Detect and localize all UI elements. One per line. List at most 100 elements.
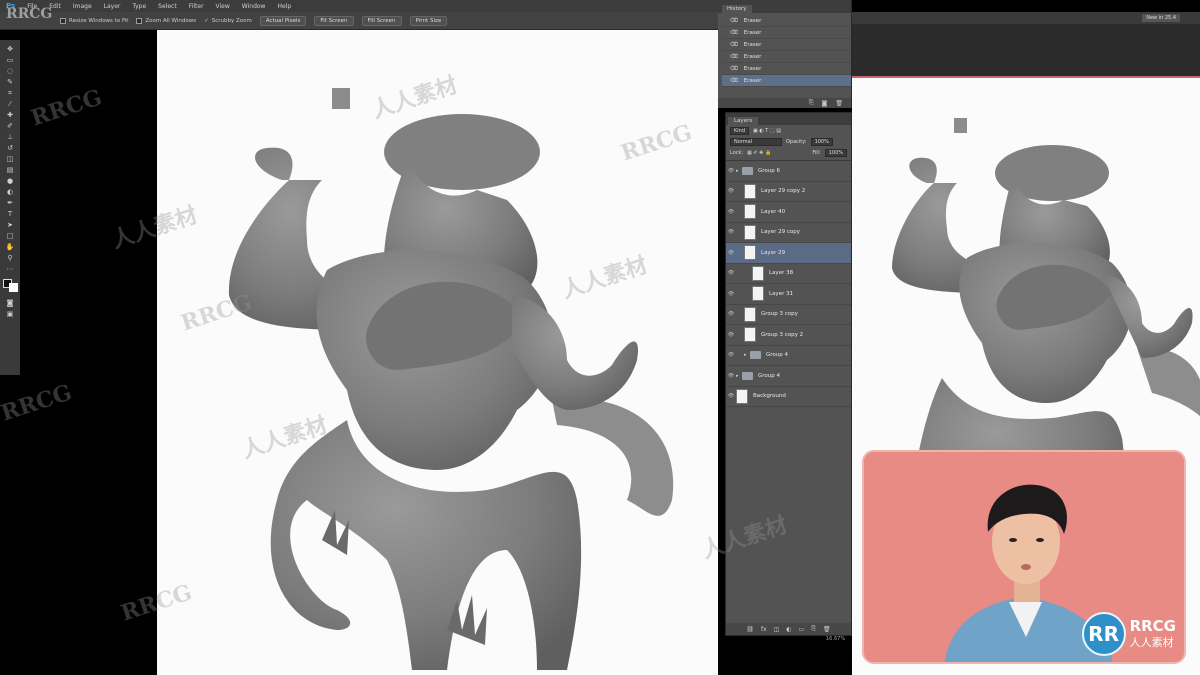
gradient-tool-icon[interactable]: ▤ [5, 167, 15, 174]
snapshot-icon[interactable]: ◙ [822, 100, 828, 107]
layer-group-row[interactable]: 👁 ▸ Group 4 [726, 366, 851, 387]
trash-icon[interactable]: 🗑 [835, 100, 843, 107]
menu-image[interactable]: Image [73, 3, 92, 10]
history-item[interactable]: ⌫ Eraser [722, 51, 851, 63]
fill-screen-button[interactable]: Fill Screen [361, 15, 402, 26]
visibility-eye-icon[interactable]: 👁 [726, 188, 736, 194]
history-tab[interactable]: History [722, 5, 752, 13]
layer-row[interactable]: 👁 Group 3 copy [726, 305, 851, 325]
visibility-eye-icon[interactable]: 👁 [726, 332, 736, 338]
scrubby-zoom-checkbox[interactable]: ✓ Scrubby Zoom [204, 18, 252, 24]
menu-filter[interactable]: Filter [189, 3, 204, 10]
menu-select[interactable]: Select [158, 3, 177, 10]
history-item-label: Eraser [743, 77, 762, 84]
folder-icon[interactable]: ▭ [799, 626, 805, 633]
visibility-eye-icon[interactable]: 👁 [726, 270, 736, 276]
quick-mask-icon[interactable]: ◙ [5, 300, 15, 307]
layer-row[interactable]: 👁 Layer 40 [726, 202, 851, 223]
layer-thumbnail [744, 204, 756, 220]
mask-icon[interactable]: ◫ [774, 626, 780, 633]
zoom-tool-icon[interactable]: ⚲ [5, 255, 15, 262]
opacity-field[interactable]: 100% [810, 137, 833, 146]
photoshop-window: Ps File Edit Image Layer Type Select Fil… [0, 0, 1200, 675]
screen-mode-icon[interactable]: ▣ [5, 311, 15, 318]
fit-screen-button[interactable]: Fit Screen [314, 15, 354, 26]
eyedropper-tool-icon[interactable]: ⁄ [5, 101, 15, 108]
new-layer-icon[interactable]: ⎘ [811, 625, 816, 633]
type-tool-icon[interactable]: T [5, 211, 15, 218]
background-color-swatch[interactable] [8, 283, 18, 292]
menu-help[interactable]: Help [277, 3, 291, 10]
zoom-field[interactable]: New in 25.4 [1142, 14, 1180, 22]
menu-layer[interactable]: Layer [104, 3, 121, 10]
visibility-eye-icon[interactable]: 👁 [726, 168, 736, 174]
fill-field[interactable]: 100% [824, 148, 847, 157]
eraser-icon: ⌫ [730, 17, 738, 24]
rrcg-logo: RR RRCG 人人素材 [1081, 612, 1176, 656]
shape-tool-icon[interactable]: □ [5, 233, 15, 240]
dodge-tool-icon[interactable]: ◐ [5, 189, 15, 196]
history-item[interactable]: ⌫ Eraser [722, 63, 851, 75]
visibility-eye-icon[interactable]: 👁 [726, 352, 736, 358]
extras-icon[interactable]: ⋯ [5, 266, 15, 273]
adjustment-icon[interactable]: ◐ [786, 626, 791, 633]
actual-pixels-button[interactable]: Actual Pixels [259, 15, 307, 26]
layer-thumbnail [744, 306, 756, 322]
zoom-all-windows-checkbox[interactable]: Zoom All Windows [136, 17, 196, 24]
layers-tab[interactable]: Layers [728, 117, 759, 125]
brush-tool-icon[interactable]: ✐ [5, 123, 15, 130]
history-item[interactable]: ⌫ Eraser [722, 27, 851, 39]
layer-group-row[interactable]: 👁 ▸ Group 6 [726, 161, 851, 182]
clone-stamp-tool-icon[interactable]: ⊥ [5, 134, 15, 141]
visibility-eye-icon[interactable]: 👁 [726, 311, 736, 317]
visibility-eye-icon[interactable]: 👁 [726, 291, 736, 297]
layer-row[interactable]: 👁 Group 3 copy 2 [726, 325, 851, 346]
link-icon[interactable]: ⛓ [746, 626, 754, 633]
history-item-label: Eraser [743, 53, 762, 60]
lasso-tool-icon[interactable]: ◌ [5, 68, 15, 75]
layer-group-row[interactable]: 👁 ▸ Group 4 [726, 346, 851, 366]
new-document-icon[interactable]: ⎘ [809, 99, 814, 107]
history-item[interactable]: ⌫ Eraser [722, 39, 851, 51]
layer-row[interactable]: 👁 Layer 31 [726, 284, 851, 305]
trash-icon[interactable]: 🗑 [823, 626, 831, 633]
quick-select-tool-icon[interactable]: ✎ [5, 79, 15, 86]
move-tool-icon[interactable]: ✥ [5, 46, 15, 53]
layer-row[interactable]: 👁 Layer 29 copy [726, 223, 851, 243]
kind-filter-select[interactable]: Kind [730, 126, 750, 135]
marquee-tool-icon[interactable]: ▭ [5, 57, 15, 64]
resize-windows-checkbox[interactable]: Resize Windows to Fit [60, 17, 128, 24]
visibility-eye-icon[interactable]: 👁 [726, 229, 736, 235]
layer-row[interactable]: 👁 Background [726, 387, 851, 407]
fill-label: Fill: [812, 149, 821, 156]
visibility-eye-icon[interactable]: 👁 [726, 209, 736, 215]
blur-tool-icon[interactable]: ● [5, 178, 15, 185]
color-swatches[interactable] [2, 279, 18, 292]
visibility-eye-icon[interactable]: 👁 [726, 250, 736, 256]
history-item-selected[interactable]: ⌫ Eraser [722, 75, 851, 87]
history-brush-tool-icon[interactable]: ↺ [5, 145, 15, 152]
folder-icon [742, 166, 753, 175]
filter-icons[interactable]: ▣ ◐ T ⬚ ▤ [753, 128, 781, 134]
layer-row[interactable]: 👁 Layer 38 [726, 264, 851, 284]
options-bar: Resize Windows to Fit Zoom All Windows ✓… [0, 12, 720, 30]
menu-window[interactable]: Window [242, 3, 266, 10]
layer-row[interactable]: 👁 Layer 29 [726, 243, 851, 264]
visibility-eye-icon[interactable]: 👁 [726, 393, 736, 399]
lock-icons[interactable]: ▦ ✐ ✥ 🔒 [747, 150, 771, 156]
hand-tool-icon[interactable]: ✋ [5, 244, 15, 251]
history-item[interactable]: ⌫ Eraser [722, 15, 851, 27]
blend-mode-select[interactable]: Normal [730, 137, 782, 146]
menu-type[interactable]: Type [132, 3, 146, 10]
menu-view[interactable]: View [216, 3, 230, 10]
main-canvas[interactable] [157, 30, 718, 675]
layer-row[interactable]: 👁 Layer 29 copy 2 [726, 182, 851, 202]
path-select-tool-icon[interactable]: ➤ [5, 222, 15, 229]
healing-brush-tool-icon[interactable]: ✚ [5, 112, 15, 119]
pen-tool-icon[interactable]: ✒ [5, 200, 15, 207]
print-size-button[interactable]: Print Size [409, 15, 448, 26]
crop-tool-icon[interactable]: ⌗ [5, 90, 15, 97]
eraser-tool-icon[interactable]: ◫ [5, 156, 15, 163]
visibility-eye-icon[interactable]: 👁 [726, 373, 736, 379]
fx-icon[interactable]: fx [761, 626, 767, 633]
